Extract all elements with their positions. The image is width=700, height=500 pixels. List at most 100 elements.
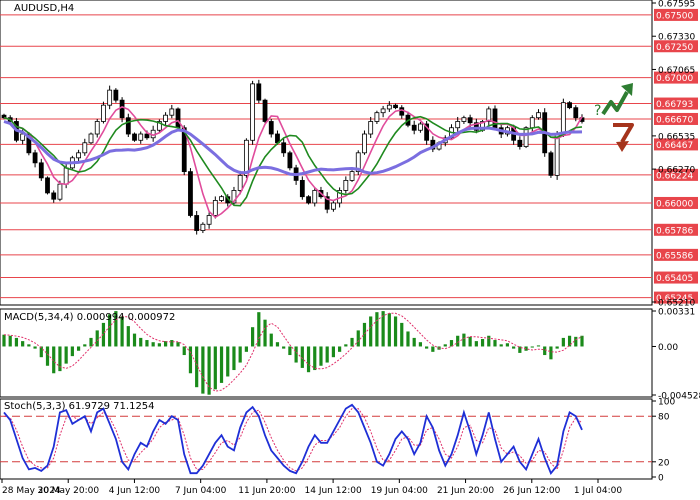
macd-bar [238, 346, 242, 363]
macd-bar [375, 312, 379, 347]
macd-bar [83, 344, 87, 347]
macd-bar [157, 343, 161, 347]
macd-bar [70, 346, 74, 357]
time-tick-label: 11 Jun 20:00 [238, 486, 295, 496]
macd-bar [45, 346, 50, 366]
candle-body [132, 133, 137, 141]
macd-bar [505, 343, 510, 347]
macd-bar [244, 346, 248, 352]
time-tick-label: 1 Jul 04:00 [574, 486, 623, 496]
level-label: 0.67500 [656, 11, 693, 21]
macd-bar [512, 346, 516, 349]
macd-bar [369, 316, 373, 347]
time-tick-label: 14 Jun 12:00 [305, 486, 362, 496]
stoch-tick-label: 100 [658, 398, 675, 408]
macd-bar [95, 330, 99, 347]
macd-bar [207, 346, 211, 395]
candle-body [380, 108, 386, 114]
macd-bar [400, 322, 404, 347]
candle-body [175, 108, 181, 129]
macd-bar [33, 346, 37, 349]
level-label: 0.66793 [656, 100, 693, 110]
macd-bar [14, 337, 19, 347]
macd-bar [275, 342, 280, 347]
level-label: 0.67250 [656, 43, 693, 53]
macd-bar [251, 327, 255, 347]
macd-bar [493, 340, 497, 347]
macd-bar [393, 316, 398, 347]
macd-bar [536, 345, 541, 347]
macd-bar [219, 346, 224, 383]
time-tick-label: 7 Jun 04:00 [175, 486, 227, 496]
macd-bar [139, 337, 143, 347]
candle-body [169, 108, 175, 116]
time-axis: 28 May 202430 May 20:00 4 Jun 12:00 7 Jun … [1, 479, 623, 496]
candle-body [63, 167, 69, 185]
macd-bar [487, 335, 491, 347]
candle-body [32, 152, 38, 164]
macd-bar [425, 346, 429, 349]
candle-body [82, 142, 88, 154]
macd-bar [294, 346, 298, 363]
candle-body [362, 133, 367, 154]
level-label: 0.65786 [656, 226, 693, 236]
candle-body [163, 114, 168, 122]
level-label: 0.66467 [656, 141, 693, 151]
level-label: 0.66000 [656, 199, 693, 209]
macd-bar [344, 344, 348, 347]
macd-bar [2, 334, 6, 347]
time-tick-label: 21 Jun 20:00 [437, 486, 494, 496]
price-tick-label: 0.66270 [658, 166, 695, 176]
macd-bar [132, 333, 137, 347]
time-tick-label: 4 Jun 12:00 [109, 486, 161, 496]
stoch-tick-label: 0 [658, 474, 664, 484]
candle-body [144, 133, 150, 139]
macd-bar [319, 346, 323, 366]
price-tick-label: 0.67595 [658, 0, 695, 10]
candle-body [299, 179, 305, 198]
candle-body [536, 112, 541, 119]
macd-bar [201, 346, 205, 394]
macd-axis: 0.003310.00-0.004528 [652, 308, 700, 402]
candle-body [237, 174, 243, 191]
candle-body [573, 107, 579, 119]
macd-bar [549, 346, 553, 360]
candle-body [529, 117, 535, 129]
macd-bar [313, 346, 317, 371]
candle-body [119, 99, 125, 119]
candle-body [461, 117, 467, 122]
candle-body [393, 104, 398, 109]
price-axis: 0.675000.672500.670000.667930.666700.664… [652, 0, 698, 309]
macd-bar [21, 341, 25, 347]
candle-body [57, 183, 63, 200]
macd-bar [412, 337, 416, 347]
macd-tick-label: 0.00 [658, 343, 678, 353]
question-mark: ? [594, 103, 601, 119]
price-tick-label: 0.67065 [658, 66, 695, 76]
macd-bar [126, 326, 130, 347]
macd-bar [182, 346, 186, 356]
candle-body [188, 171, 193, 216]
price-panel [0, 0, 653, 306]
macd-bar [474, 341, 478, 347]
candle-body [219, 196, 224, 201]
candle-body [88, 133, 94, 144]
macd-bar [561, 337, 565, 347]
candle-body [560, 102, 566, 135]
candle-body [330, 202, 336, 210]
candle-body [212, 200, 218, 216]
macd-bar [356, 330, 360, 347]
macd-bar [213, 346, 217, 390]
macd-tick-label: 0.00331 [658, 308, 695, 318]
macd-bar [406, 331, 410, 347]
macd-bar [176, 342, 180, 347]
candle-body [306, 196, 311, 204]
macd-bar [462, 333, 466, 347]
candle-body [418, 123, 423, 131]
candle-body [101, 104, 106, 122]
candle-body [138, 133, 144, 141]
candle-body [312, 190, 318, 204]
macd-bar [362, 322, 367, 347]
macd-bar [306, 346, 311, 373]
candle-body [386, 104, 392, 110]
